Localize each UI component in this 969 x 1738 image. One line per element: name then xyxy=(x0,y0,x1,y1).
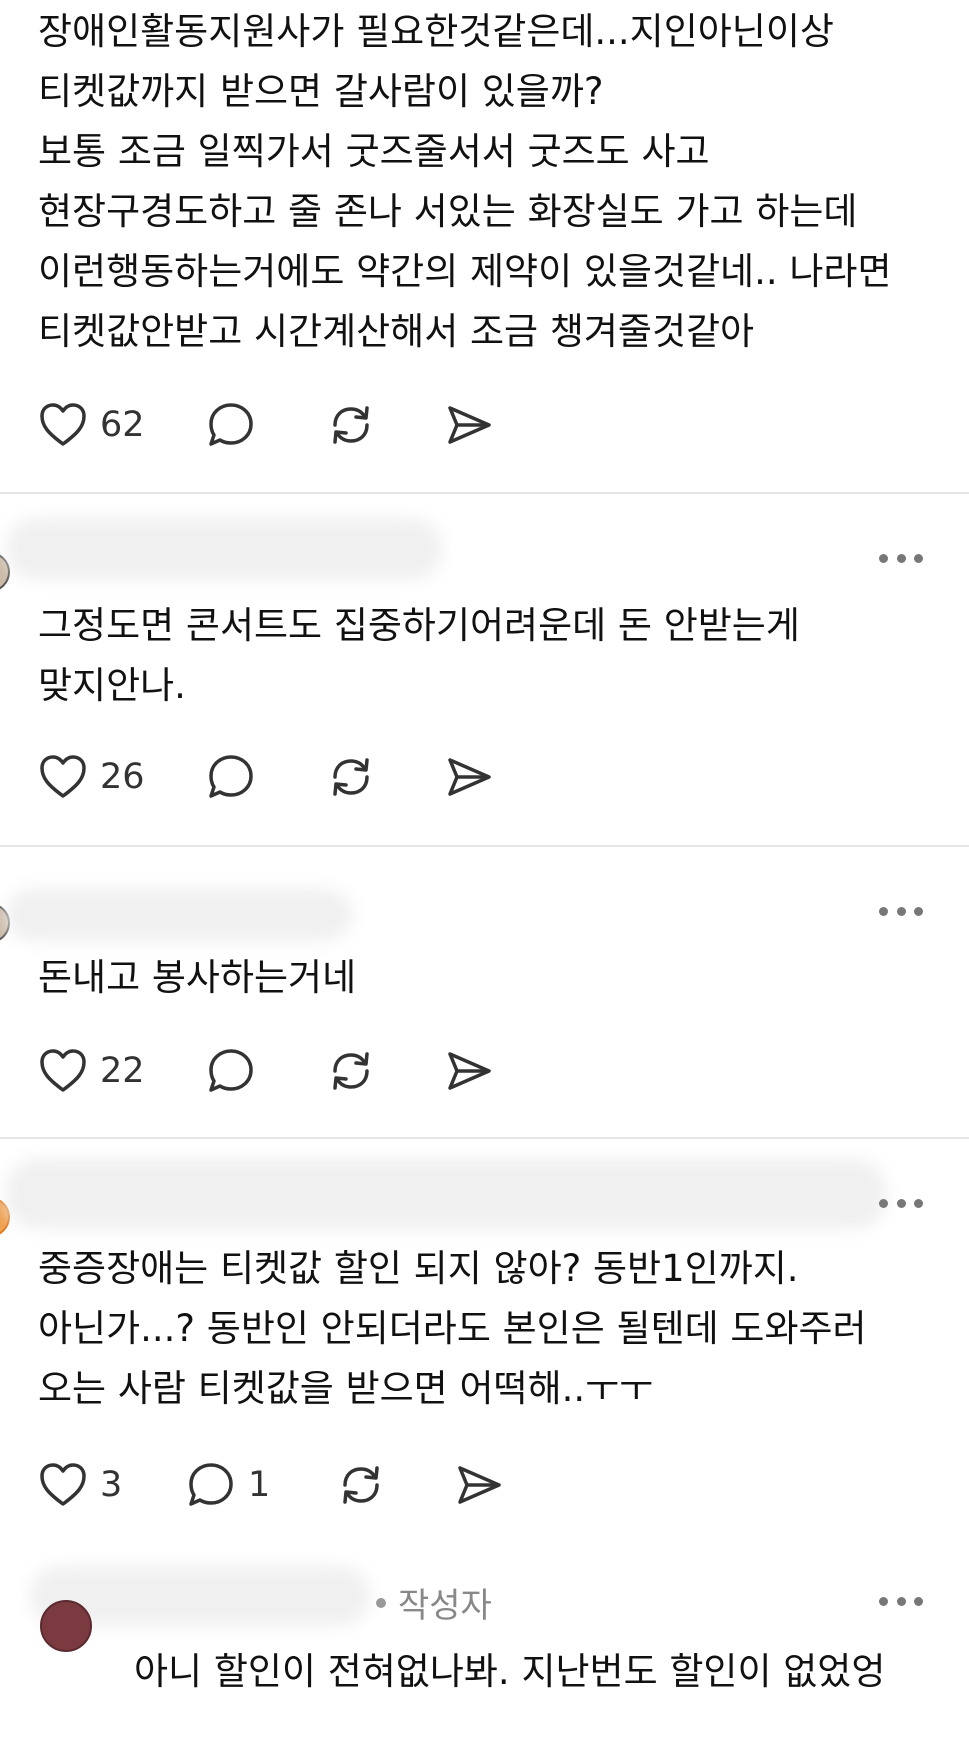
comment-text: 장애인활동지원사가 필요한것같은데...지인아닌이상 티켓값까지 받으면 갈사람… xyxy=(38,10,892,353)
author-badge-label: 작성자 xyxy=(398,1586,492,1626)
reply-button[interactable] xyxy=(206,1046,256,1096)
divider xyxy=(0,1137,969,1139)
comment-icon xyxy=(209,755,253,798)
comment-icon xyxy=(209,1049,253,1092)
repost-icon xyxy=(333,406,369,444)
repost-icon xyxy=(333,758,369,796)
more-button[interactable] xyxy=(879,1594,923,1608)
comment-text: 그정도면 콘서트도 집중하기어려운데 돈 안받는게 맞지안나. xyxy=(38,604,800,707)
like-button[interactable]: 62 xyxy=(38,401,145,449)
reply-button[interactable] xyxy=(206,752,256,802)
share-icon xyxy=(448,406,491,444)
more-button[interactable] xyxy=(879,551,923,565)
dot-separator xyxy=(376,1597,386,1608)
more-icon xyxy=(879,1596,888,1606)
username-redacted xyxy=(6,518,442,580)
action-bar: 22 xyxy=(38,1046,491,1096)
heart-icon xyxy=(40,1463,86,1506)
comment-text: 중증장애는 티켓값 할인 되지 않아? 동반1인까지. 아닌가...? 동반인 … xyxy=(38,1247,867,1410)
like-count: 3 xyxy=(100,1465,123,1505)
more-icon xyxy=(879,906,888,916)
author-badge: 작성자 xyxy=(376,1578,492,1627)
repost-button[interactable] xyxy=(326,752,376,802)
reply-button[interactable]: 1 xyxy=(186,1460,270,1510)
like-button[interactable]: 22 xyxy=(38,1047,145,1095)
action-bar: 62 xyxy=(38,400,491,450)
share-icon xyxy=(448,1052,491,1090)
more-button[interactable] xyxy=(879,1196,923,1210)
reply-button[interactable] xyxy=(206,400,256,450)
like-button[interactable]: 26 xyxy=(38,753,145,801)
divider xyxy=(0,492,969,494)
share-button[interactable] xyxy=(444,400,494,450)
heart-icon xyxy=(40,755,86,798)
repost-button[interactable] xyxy=(326,1046,376,1096)
like-button[interactable]: 3 xyxy=(38,1461,122,1509)
repost-icon xyxy=(343,1466,379,1504)
action-bar: 26 xyxy=(38,752,491,802)
more-button[interactable] xyxy=(879,904,923,918)
comment-text: 아니 할인이 전혀없나봐. 지난번도 할인이 없었엉 xyxy=(134,1650,886,1693)
reply-count: 1 xyxy=(248,1465,271,1505)
repost-button[interactable] xyxy=(326,400,376,450)
like-count: 62 xyxy=(100,405,145,445)
heart-icon xyxy=(40,403,86,446)
repost-button[interactable] xyxy=(336,1460,386,1510)
like-count: 26 xyxy=(100,757,145,797)
like-count: 22 xyxy=(100,1051,145,1091)
comment-icon xyxy=(209,403,253,446)
share-button[interactable] xyxy=(454,1460,504,1510)
more-icon xyxy=(879,1198,888,1208)
comment-icon xyxy=(189,1463,233,1506)
heart-icon xyxy=(40,1049,86,1092)
share-icon xyxy=(458,1466,501,1504)
divider xyxy=(0,845,969,847)
action-bar: 3 1 xyxy=(38,1460,501,1510)
share-icon xyxy=(448,758,491,796)
share-button[interactable] xyxy=(444,752,494,802)
repost-icon xyxy=(333,1052,369,1090)
username-redacted xyxy=(6,889,352,941)
username-redacted xyxy=(6,1159,886,1229)
share-button[interactable] xyxy=(444,1046,494,1096)
more-icon xyxy=(879,553,888,563)
avatar[interactable] xyxy=(40,1600,92,1652)
comment-text: 돈내고 봉사하는거네 xyxy=(38,956,357,999)
